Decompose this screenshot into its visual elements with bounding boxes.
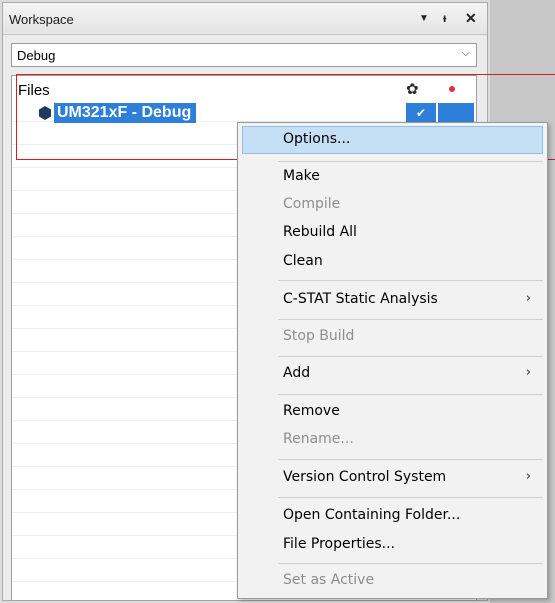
checkmark-icon: ✔ [406,103,436,123]
menu-item-make[interactable]: Make [242,163,543,191]
menu-item-label: Compile [283,196,341,212]
menu-item-rebuild-all[interactable]: Rebuild All [242,219,543,247]
workspace-titlebar: Workspace ▼ ᵻ ✕ [3,3,487,35]
menu-item-open-containing-folder[interactable]: Open Containing Folder... [242,502,543,530]
menu-item-label: Rename... [283,431,354,447]
menu-separator [278,459,543,460]
files-column-label: Files [18,82,50,99]
project-row[interactable]: UM321xF - Debug ✔ [12,102,476,124]
project-icon [39,106,51,120]
menu-separator [278,394,543,395]
close-icon[interactable]: ✕ [465,10,477,27]
menu-item-options[interactable]: Options... [242,126,543,154]
configuration-value: Debug [17,48,56,63]
submenu-arrow-icon: › [525,291,531,306]
menu-item-compile: Compile [242,191,543,219]
panel-menu-dropdown-icon[interactable]: ▼ [419,13,429,24]
menu-item-label: Version Control System [283,469,447,485]
project-name[interactable]: UM321xF - Debug [54,103,197,123]
menu-item-rename: Rename... [242,426,543,454]
menu-item-remove[interactable]: Remove [242,398,543,426]
tree-header: Files ✿ [12,76,476,100]
configuration-select[interactable]: Debug ⌵ [11,43,477,67]
menu-item-label: Make [283,168,320,184]
selection-cell [438,103,474,123]
menu-item-label: Stop Build [283,328,355,344]
menu-separator [278,161,543,162]
menu-item-set-as-active: Set as Active [242,567,543,595]
gear-icon: ✿ [406,81,419,98]
context-menu: Options... Make Compile Rebuild All Clea… [237,122,548,599]
chevron-down-icon: ⌵ [461,47,470,59]
status-dot-icon [449,86,455,92]
menu-item-label: Set as Active [283,572,375,588]
menu-item-stop-build: Stop Build [242,323,543,351]
menu-separator [278,563,543,564]
menu-item-label: Open Containing Folder... [283,507,461,523]
menu-item-label: Remove [283,403,340,419]
menu-separator [278,497,543,498]
menu-item-label: Clean [283,253,323,269]
menu-separator [278,280,543,281]
menu-item-add[interactable]: Add › [242,360,543,388]
workspace-title: Workspace [9,12,74,27]
menu-item-clean[interactable]: Clean [242,248,543,276]
menu-item-label: Add [283,365,311,381]
menu-item-file-properties[interactable]: File Properties... [242,531,543,559]
submenu-arrow-icon: › [525,365,531,380]
menu-item-label: C-STAT Static Analysis [283,291,438,307]
menu-separator [278,319,543,320]
menu-item-label: File Properties... [283,536,395,552]
menu-item-label: Rebuild All [283,224,357,240]
submenu-arrow-icon: › [525,469,531,484]
pin-icon[interactable]: ᵻ [443,11,446,25]
menu-item-label: Options... [283,131,351,147]
menu-item-c-stat[interactable]: C-STAT Static Analysis › [242,286,543,314]
menu-item-version-control[interactable]: Version Control System › [242,464,543,492]
menu-separator [278,356,543,357]
